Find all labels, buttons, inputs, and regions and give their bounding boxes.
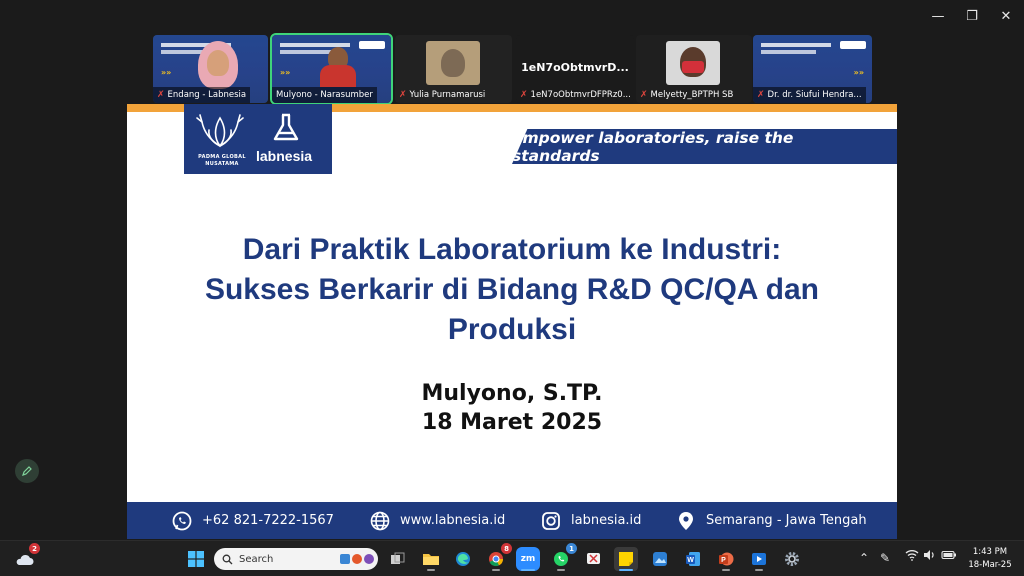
presenter-name: Mulyono, S.TP. [421,381,603,406]
clock-time: 1:43 PM [972,547,1008,557]
svg-text:W: W [687,557,694,564]
whatsapp-icon [172,511,192,530]
task-view-icon[interactable] [386,547,410,571]
slide-footer: +62 821-7222-1567 www.labnesia.id labnes… [127,502,897,539]
instagram-icon [542,511,560,530]
globe-icon [370,511,390,530]
muted-mic-icon: ✗ [399,90,407,100]
participant-tile-1en7[interactable]: 1eN7oObtmvrD... ✗ 1eN7oObtmvrDFPRz0... [516,35,634,103]
muted-mic-icon: ✗ [157,90,165,100]
chevron-up-icon[interactable]: ⌃ [859,551,869,565]
footer-instagram: labnesia.id [540,502,641,539]
annotate-pencil-icon[interactable] [15,459,39,483]
media-player-icon[interactable] [747,547,771,571]
powerpoint-icon[interactable]: P [714,547,738,571]
participant-tile-mulyono[interactable]: »» Mulyono - Narasumber [270,33,393,105]
photos-icon[interactable] [648,547,672,571]
footer-phone: +62 821-7222-1567 [171,502,334,539]
slide-tagline: empower laboratories, raise the standard… [512,129,897,164]
participant-name: Mulyono - Narasumber [272,87,377,103]
settings-gear-icon[interactable] [780,547,804,571]
brand-logo-block: PADMA GLOBAL NUSATAMA labnesia [184,104,332,174]
slide-presenter-block: Mulyono, S.TP. 18 Maret 2025 [127,379,897,437]
volume-icon[interactable] [923,549,937,564]
zoom-icon[interactable]: zm [516,547,540,571]
edge-icon[interactable] [451,547,475,571]
sticky-notes-icon[interactable] [614,547,638,571]
muted-mic-icon: ✗ [520,90,528,100]
close-icon[interactable]: ✕ [996,6,1016,26]
word-icon[interactable]: W [681,547,705,571]
participant-display-name: 1eN7oObtmvrD... [521,61,629,74]
pen-input-icon[interactable]: ✎ [880,551,890,565]
participant-tile-siufui[interactable]: »» ✗ Dr. dr. Siufui Hendra... [753,35,872,103]
muted-mic-icon: ✗ [757,90,765,100]
minimize-icon[interactable]: — [928,6,948,26]
clock-date: 18-Mar-25 [968,560,1012,570]
brand-name-padma: PADMA GLOBAL NUSATAMA [198,154,246,167]
slide-title: Dari Praktik Laboratorium ke Industri: S… [204,233,820,346]
muted-mic-icon: ✗ [640,90,648,100]
file-explorer-icon[interactable] [419,547,443,571]
chrome-icon[interactable]: 8 [484,543,512,571]
snipping-tool-icon[interactable] [582,547,606,571]
brand-name-labnesia: labnesia [256,148,313,164]
search-icon [222,554,233,564]
location-pin-icon [679,511,693,530]
windows-taskbar: 2 Search 8 zm 1 W P ⌃ ✎ 1:43 PM 18-Mar-2… [0,540,1024,576]
zoom-meeting-window: — ❐ ✕ »» ✗ Endang - Labnesia »» Mulyono … [0,0,1024,576]
restore-icon[interactable]: ❐ [962,6,982,26]
participant-name: ✗ 1eN7oObtmvrDFPRz0... [520,90,631,100]
presentation-date: 18 Maret 2025 [421,410,603,435]
footer-location: Semarang - Jawa Tengah [675,502,867,539]
participant-tile-yulia[interactable]: ✗ Yulia Purnamarusi [395,35,512,103]
wifi-icon[interactable] [905,549,919,564]
system-clock[interactable]: 1:43 PM 18-Mar-25 [960,546,1020,572]
whatsapp-icon[interactable]: 1 [549,543,577,571]
svg-text:P: P [721,557,726,564]
participant-name: ✗ Yulia Purnamarusi [399,90,486,100]
participant-name: ✗ Melyetty_BPTPH SB [640,90,734,100]
participant-name: ✗ Endang - Labnesia [153,87,251,103]
whatsapp-badge: 1 [566,543,577,554]
start-button[interactable] [184,547,208,571]
padma-emblem-icon [196,114,244,148]
chrome-badge: 8 [501,543,512,554]
battery-icon[interactable] [941,549,957,564]
participant-name: ✗ Dr. dr. Siufui Hendra... [753,87,866,103]
search-highlight-icon [340,554,374,564]
flask-icon [273,113,299,141]
taskbar-search-box[interactable]: Search [214,548,378,570]
participant-tile-melyetty[interactable]: ✗ Melyetty_BPTPH SB [636,35,752,103]
participant-tile-endang[interactable]: »» ✗ Endang - Labnesia [153,35,268,103]
footer-website: www.labnesia.id [369,502,505,539]
weather-icon[interactable]: 2 [12,543,40,571]
shared-screen-slide: PADMA GLOBAL NUSATAMA labnesia empower l… [127,104,897,539]
weather-badge: 2 [29,543,40,554]
